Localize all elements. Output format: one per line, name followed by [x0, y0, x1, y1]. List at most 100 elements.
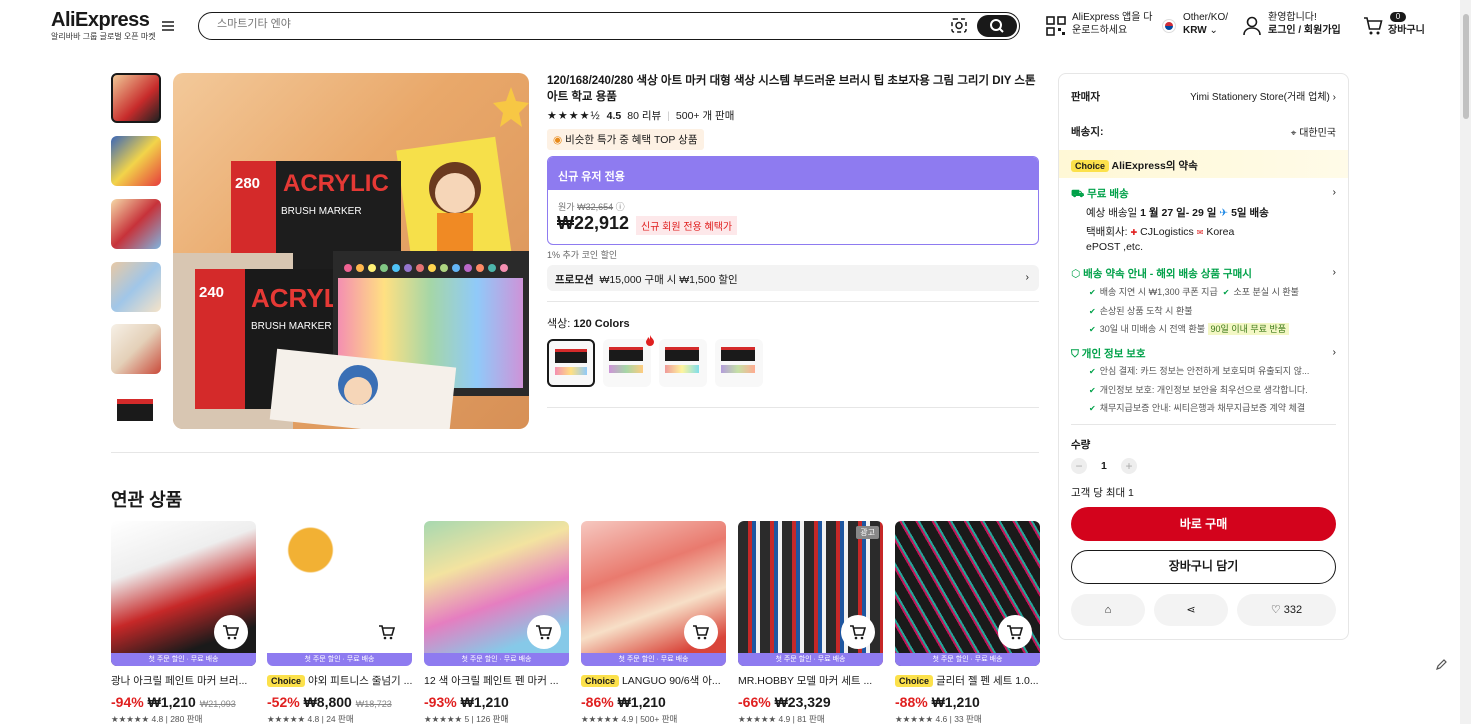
chevron-right-icon[interactable]: ›	[1333, 186, 1337, 198]
product-thumbnail[interactable]	[111, 324, 161, 374]
add-to-cart-icon[interactable]	[684, 615, 718, 649]
choice-badge: Choice	[581, 675, 620, 687]
top-benefit-badge: ◉ 비슷한 특가 중 혜택 TOP 상품	[547, 129, 704, 150]
product-price: -94% ₩1,210 ₩21,093	[111, 694, 236, 710]
add-to-cart-icon[interactable]	[998, 615, 1032, 649]
ship-to-label: 배송지:	[1071, 126, 1104, 138]
wishlist-button[interactable]: ♡ 332	[1237, 594, 1336, 626]
menu-icon[interactable]	[162, 21, 174, 31]
choice-promise-header: Choice AliExpress의 약속	[1059, 150, 1348, 178]
carrier-more: ePOST ,etc.	[1086, 241, 1143, 253]
svg-text:240: 240	[199, 284, 224, 301]
seller-label: 판매자	[1071, 91, 1100, 103]
aliexpress-logo[interactable]: AliExpress	[51, 9, 150, 32]
divider: |	[667, 109, 670, 122]
product-name[interactable]: 12 색 아크릴 페인트 펜 마커 ...	[424, 673, 569, 688]
user-icon[interactable]	[1243, 16, 1261, 36]
promotion-text: ₩15,000 구매 시 ₩1,500 할인	[599, 274, 738, 286]
product-name[interactable]: Choice 야외 피트니스 줄넘기 ...	[267, 673, 412, 688]
product-price: -93% ₩1,210	[424, 694, 509, 710]
hot-flame-icon	[646, 335, 654, 346]
qr-code-icon[interactable]	[1046, 16, 1066, 36]
color-swatch[interactable]	[603, 339, 651, 387]
korea-post-logo-icon: ✉	[1196, 228, 1204, 237]
store-icon: ⌂	[1104, 604, 1112, 616]
product-thumbnail[interactable]	[111, 73, 161, 123]
svg-text:BRUSH MARKER: BRUSH MARKER	[281, 206, 362, 217]
star-rating-icon: ★★★★½	[547, 110, 601, 122]
related-products-title: 연관 상품	[111, 490, 183, 510]
cj-logo-icon: ✚	[1130, 228, 1138, 237]
cart-label[interactable]: 장바구니	[1388, 24, 1425, 37]
product-meta: ★★★★★ 4.8 | 280 판매	[111, 714, 203, 724]
quantity-increase-button[interactable]: +	[1121, 458, 1137, 474]
search-input[interactable]	[217, 18, 917, 30]
related-product-card[interactable]: 첫 주문 할인 · 무료 배송 Choice 야외 피트니스 줄넘기 ... -…	[267, 521, 412, 725]
product-title: 120/168/240/280 색상 아트 마커 대형 색상 시스템 부드러운 …	[547, 75, 1036, 103]
product-thumbnail[interactable]	[111, 199, 161, 249]
coin-discount-note: 1% 추가 코인 할인	[547, 250, 618, 260]
product-name[interactable]: 광나 아크릴 페인트 마커 브러...	[111, 673, 256, 688]
buy-now-button[interactable]: 바로 구매	[1071, 507, 1336, 541]
product-image: 첫 주문 할인 · 무료 배송	[581, 521, 726, 666]
promotion-bar[interactable]: 프로모션 ₩15,000 구매 시 ₩1,500 할인 ›	[547, 265, 1039, 291]
first-order-strip: 첫 주문 할인 · 무료 배송	[267, 653, 412, 666]
review-count-link[interactable]: 80 리뷰	[627, 108, 661, 123]
product-thumbnail[interactable]	[111, 136, 161, 186]
svg-text:ACRYLIC: ACRYLIC	[283, 170, 389, 197]
product-name[interactable]: Choice LANGUO 90/6색 아...	[581, 673, 726, 688]
related-product-card[interactable]: 첫 주문 할인 · 무료 배송 광나 아크릴 페인트 마커 브러... -94%…	[111, 521, 256, 725]
first-order-strip: 첫 주문 할인 · 무료 배송	[895, 653, 1040, 666]
privacy-title[interactable]: ⛉ 개인 정보 보호	[1071, 346, 1146, 361]
add-to-cart-icon[interactable]	[527, 615, 561, 649]
color-swatch[interactable]	[659, 339, 707, 387]
quantity-limit: 고객 당 최대 1	[1071, 487, 1134, 499]
privacy-item: ✔ 안심 결제: 카드 정보는 안전하게 보호되며 유출되지 않...	[1089, 366, 1310, 376]
divider	[1071, 424, 1336, 425]
related-product-card[interactable]: 첫 주문 할인 · 무료 배송 Choice 글리터 젤 펜 세트 1.0...…	[895, 521, 1040, 725]
product-name[interactable]: Choice 글리터 젤 펜 세트 1.0...	[895, 673, 1040, 688]
choice-badge: Choice	[1071, 160, 1110, 172]
cart-icon[interactable]	[1363, 16, 1383, 36]
promise-item: ✔ 손상된 상품 도착 시 환불	[1089, 306, 1193, 316]
product-image: 광고 첫 주문 할인 · 무료 배송	[738, 521, 883, 666]
product-name[interactable]: MR.HOBBY 모델 마커 세트 ...	[738, 673, 883, 688]
add-to-cart-icon[interactable]	[370, 615, 404, 649]
check-icon: ✔	[1089, 404, 1096, 413]
product-thumbnail[interactable]	[111, 387, 161, 437]
quantity-decrease-button[interactable]: −	[1071, 458, 1087, 474]
share-button[interactable]: ⋖	[1154, 594, 1228, 626]
product-thumbnail[interactable]	[111, 262, 161, 312]
add-to-cart-button[interactable]: 장바구니 담기	[1071, 550, 1336, 584]
color-swatch[interactable]	[547, 339, 595, 387]
related-product-card[interactable]: 광고 첫 주문 할인 · 무료 배송 MR.HOBBY 모델 마커 세트 ...…	[738, 521, 883, 725]
chevron-right-icon[interactable]: ›	[1333, 346, 1337, 358]
product-image: 첫 주문 할인 · 무료 배송	[895, 521, 1040, 666]
first-order-strip: 첫 주문 할인 · 무료 배송	[111, 653, 256, 666]
scrollbar-thumb[interactable]	[1463, 14, 1469, 119]
price-box: 신규 유저 전용 원가 ₩32,654 ⓘ ₩22,912 신규 회원 전용 혜…	[547, 156, 1039, 245]
color-swatch[interactable]	[715, 339, 763, 387]
privacy-item: ✔ 개인정보 보호: 개인정보 보안을 최우선으로 생각합니다.	[1089, 385, 1308, 395]
original-price: 원가 ₩32,654 ⓘ	[558, 202, 625, 212]
seller-link[interactable]: Yimi Stationery Store(거래 업체) ›	[1190, 88, 1336, 103]
chevron-right-icon[interactable]: ›	[1333, 266, 1337, 278]
related-product-card[interactable]: 첫 주문 할인 · 무료 배송 12 색 아크릴 페인트 펜 마커 ... -9…	[424, 521, 569, 725]
app-download-link[interactable]: AliExpress 앱을 다 운로드하세요	[1072, 11, 1152, 37]
add-to-cart-icon[interactable]	[214, 615, 248, 649]
ship-to-selector[interactable]: ⌖ 대한민국	[1291, 124, 1336, 139]
free-shipping-title[interactable]: ⛟ 무료 배송	[1071, 186, 1129, 202]
edit-pencil-icon[interactable]	[1432, 656, 1450, 674]
language-currency-selector[interactable]: Other/KO/KRW ⌄	[1183, 11, 1228, 37]
related-product-card[interactable]: 첫 주문 할인 · 무료 배송 Choice LANGUO 90/6색 아...…	[581, 521, 726, 725]
delivery-promise-title[interactable]: ⬡ 배송 약속 안내 - 해외 배송 상품 구매시	[1071, 266, 1252, 281]
product-price: -66% ₩23,329	[738, 694, 831, 710]
login-link[interactable]: 환영합니다! 로그인 / 회원가입	[1268, 11, 1341, 37]
logo-subtitle: 알리바바 그룹 글로벌 오픈 마켓	[51, 32, 156, 41]
main-product-image[interactable]: 280 ACRYLIC BRUSH MARKER 240 ACRYLIC BRU…	[173, 73, 529, 429]
plane-icon: ✈	[1219, 207, 1229, 219]
search-button[interactable]	[977, 15, 1017, 37]
camera-search-icon[interactable]	[951, 18, 967, 33]
add-to-cart-icon[interactable]	[841, 615, 875, 649]
store-button[interactable]: ⌂	[1071, 594, 1145, 626]
